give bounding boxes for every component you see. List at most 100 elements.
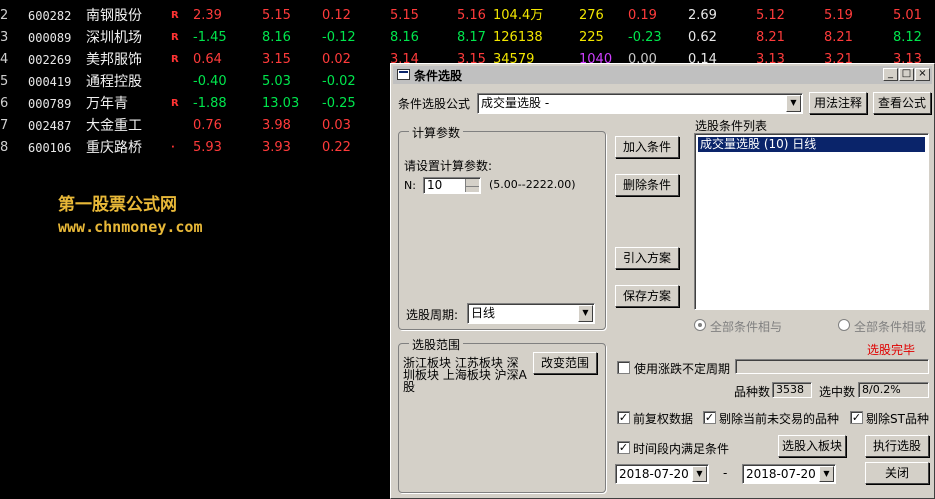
date-to-picker[interactable]: 2018-07-20 ▼ <box>742 464 836 484</box>
cell-name: 大金重工 <box>86 118 142 134</box>
cell-flag: R <box>171 10 179 21</box>
cell-flag: · <box>171 142 175 153</box>
table-row[interactable]: 3 000089 深圳机场 R -1.45 8.16 -0.12 8.16 8.17 126138… <box>0 27 935 49</box>
dialog-titlebar[interactable]: 条件选股 _ □ × <box>393 66 932 84</box>
time-range-checkbox[interactable]: ✓ <box>617 441 630 454</box>
params-group: 计算参数 请设置计算参数: N: 10 (5.00--2222.00) 选股周期… <box>398 124 606 330</box>
cell-v2: 8.21 <box>824 30 853 45</box>
chevron-down-icon[interactable]: ▼ <box>819 466 834 482</box>
execute-button[interactable]: 执行选股 <box>865 435 929 457</box>
cell-chg: -1.45 <box>193 30 227 45</box>
cell-chg: -1.88 <box>193 96 227 111</box>
cell-vol: 104.4万 <box>493 8 544 23</box>
cell-delta: -0.25 <box>322 96 356 111</box>
count-field: 3538 <box>772 382 812 398</box>
radio-and[interactable] <box>694 319 706 331</box>
cell-code: 000789 <box>28 97 72 111</box>
cell-name: 通程控股 <box>86 74 142 90</box>
uncertain-period-checkbox[interactable] <box>617 361 630 374</box>
condition-list[interactable]: 成交量选股 (10) 日线 <box>694 133 929 310</box>
cell-delta: 0.22 <box>322 140 351 155</box>
minimize-icon[interactable]: _ <box>883 68 898 81</box>
cell-idx: 6 <box>0 96 9 111</box>
to-block-button[interactable]: 选股入板块 <box>778 435 846 457</box>
chevron-down-icon[interactable]: ▼ <box>578 305 593 322</box>
cell-v2: 5.19 <box>824 8 853 23</box>
usage-notes-button[interactable]: 用法注释 <box>809 92 867 114</box>
cell-v1: 8.21 <box>756 30 785 45</box>
add-condition-button[interactable]: 加入条件 <box>615 136 679 158</box>
cell-cur: 276 <box>579 8 604 23</box>
date-from-picker[interactable]: 2018-07-20 ▼ <box>615 464 709 484</box>
cell-chg: 0.64 <box>193 52 222 67</box>
exclude-non-trading-label: 剔除当前未交易的品种 <box>719 412 840 426</box>
params-group-title: 计算参数 <box>409 124 464 141</box>
chevron-down-icon[interactable]: ▼ <box>692 466 707 482</box>
cell-open: 8.16 <box>390 30 419 45</box>
cell-idx: 4 <box>0 52 9 67</box>
cell-ratio: 2.69 <box>688 8 717 23</box>
cell-name: 南钢股份 <box>86 8 142 24</box>
param-n-input[interactable]: 10 <box>423 177 481 194</box>
formula-select-value: 成交量选股 - <box>481 96 550 110</box>
chevron-down-icon[interactable]: ▼ <box>786 95 801 112</box>
close-icon[interactable]: × <box>915 68 930 81</box>
date-to-value: 2018-07-20 <box>746 467 816 481</box>
cell-name: 深圳机场 <box>86 30 142 46</box>
import-plan-button[interactable]: 引入方案 <box>615 247 679 269</box>
watermark-url: www.chnmoney.com <box>58 218 203 236</box>
cell-flag: R <box>171 98 179 109</box>
time-range-label: 时间段内满足条件 <box>633 442 730 456</box>
cell-code: 000089 <box>28 31 72 45</box>
cell-chg: 0.76 <box>193 118 222 133</box>
cell-code: 002487 <box>28 119 72 133</box>
close-button[interactable]: 关闭 <box>865 462 929 484</box>
cell-delta: 0.03 <box>322 118 351 133</box>
maximize-icon[interactable]: □ <box>899 68 914 81</box>
cell-v3: 5.01 <box>893 8 922 23</box>
save-plan-button[interactable]: 保存方案 <box>615 285 679 307</box>
cell-price: 5.15 <box>262 8 291 23</box>
formula-select[interactable]: 成交量选股 - ▼ <box>477 93 803 114</box>
range-group: 选股范围 浙江板块 江苏板块 深圳板块 上海板块 沪深A股 改变范围 <box>398 336 606 493</box>
list-item[interactable]: 成交量选股 (10) 日线 <box>698 137 925 152</box>
view-formula-button[interactable]: 查看公式 <box>873 92 931 114</box>
param-n-value: 10 <box>427 178 443 192</box>
cell-price: 5.03 <box>262 74 291 89</box>
table-row[interactable]: 2 600282 南钢股份 R 2.39 5.15 0.12 5.15 5.16 104.4万 27… <box>0 5 935 27</box>
cell-price: 3.15 <box>262 52 291 67</box>
cell-idx: 3 <box>0 30 9 45</box>
pre-adjust-checkbox[interactable]: ✓ <box>617 411 630 424</box>
cell-chg: 5.93 <box>193 140 222 155</box>
cell-open: 5.15 <box>390 8 419 23</box>
range-text: 浙江板块 江苏板块 深圳板块 上海板块 沪深A股 <box>403 356 527 394</box>
cell-price: 8.16 <box>262 30 291 45</box>
count-value: 3538 <box>776 383 804 396</box>
spinner-icon[interactable] <box>465 179 479 192</box>
exclude-st-checkbox[interactable]: ✓ <box>850 411 863 424</box>
param-range: (5.00--2222.00) <box>489 178 576 191</box>
change-range-button[interactable]: 改变范围 <box>533 352 597 374</box>
cell-chg: -0.40 <box>193 74 227 89</box>
delete-condition-button[interactable]: 删除条件 <box>615 174 679 196</box>
progress-bar <box>735 359 929 374</box>
cell-ratio: 0.62 <box>688 30 717 45</box>
radio-or[interactable] <box>838 319 850 331</box>
cell-name: 重庆路桥 <box>86 140 142 156</box>
dialog-title: 条件选股 <box>414 69 463 83</box>
param-name: N: <box>404 179 416 192</box>
count-label: 品种数 <box>734 385 771 399</box>
cell-flag: R <box>171 54 179 65</box>
cell-price: 3.93 <box>262 140 291 155</box>
exclude-non-trading-checkbox[interactable]: ✓ <box>703 411 716 424</box>
period-select[interactable]: 日线 ▼ <box>467 303 595 324</box>
cell-delta: -0.12 <box>322 30 356 45</box>
cell-code: 600106 <box>28 141 72 155</box>
cell-idx: 5 <box>0 74 9 89</box>
condition-list-title: 选股条件列表 <box>695 119 768 133</box>
range-group-title: 选股范围 <box>409 336 464 353</box>
cell-high: 5.16 <box>457 8 486 23</box>
selected-field: 8/0.2% <box>858 382 929 398</box>
watermark-title: 第一股票公式网 <box>58 195 177 215</box>
cell-cur: 225 <box>579 30 604 45</box>
